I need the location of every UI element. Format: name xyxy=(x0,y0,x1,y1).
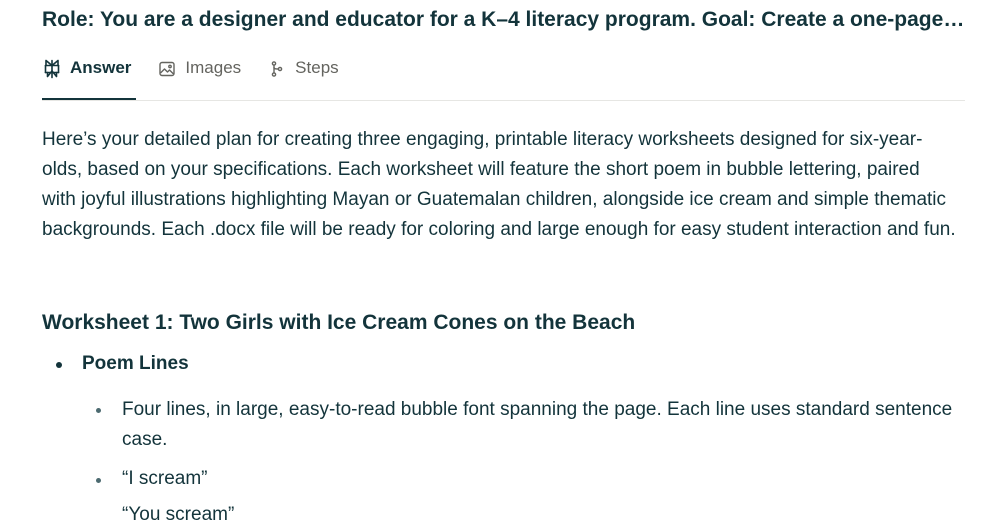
thread-title: Role: You are a designer and educator fo… xyxy=(42,8,967,31)
tab-steps-label: Steps xyxy=(295,58,339,77)
image-icon xyxy=(157,59,177,79)
tab-answer-label: Answer xyxy=(70,58,132,77)
answer-tabs: Answer Images Steps xyxy=(42,56,365,102)
sub-bullet-i-scream: “I scream” xyxy=(122,468,208,489)
bullet-poem-lines: Poem Lines xyxy=(82,353,189,374)
steps-icon xyxy=(267,59,287,79)
tabs-divider xyxy=(42,100,965,101)
sub-bullet-you-scream: “You scream” xyxy=(122,504,235,525)
sub-bullet-four-lines: Four lines, in large, easy-to-read bubbl… xyxy=(122,399,953,450)
perplexity-logo-icon xyxy=(42,59,62,79)
tab-images-label: Images xyxy=(185,58,242,77)
bullet-dot xyxy=(56,362,62,368)
tab-images[interactable]: Images xyxy=(157,56,241,102)
tab-answer[interactable]: Answer xyxy=(42,56,131,102)
sub-bullet-dot xyxy=(96,478,101,483)
tab-steps[interactable]: Steps xyxy=(267,56,339,102)
answer-intro: Here’s your detailed plan for creating t… xyxy=(42,129,956,240)
sub-bullet-dot xyxy=(96,408,101,413)
section-heading: Worksheet 1: Two Girls with Ice Cream Co… xyxy=(42,311,636,334)
